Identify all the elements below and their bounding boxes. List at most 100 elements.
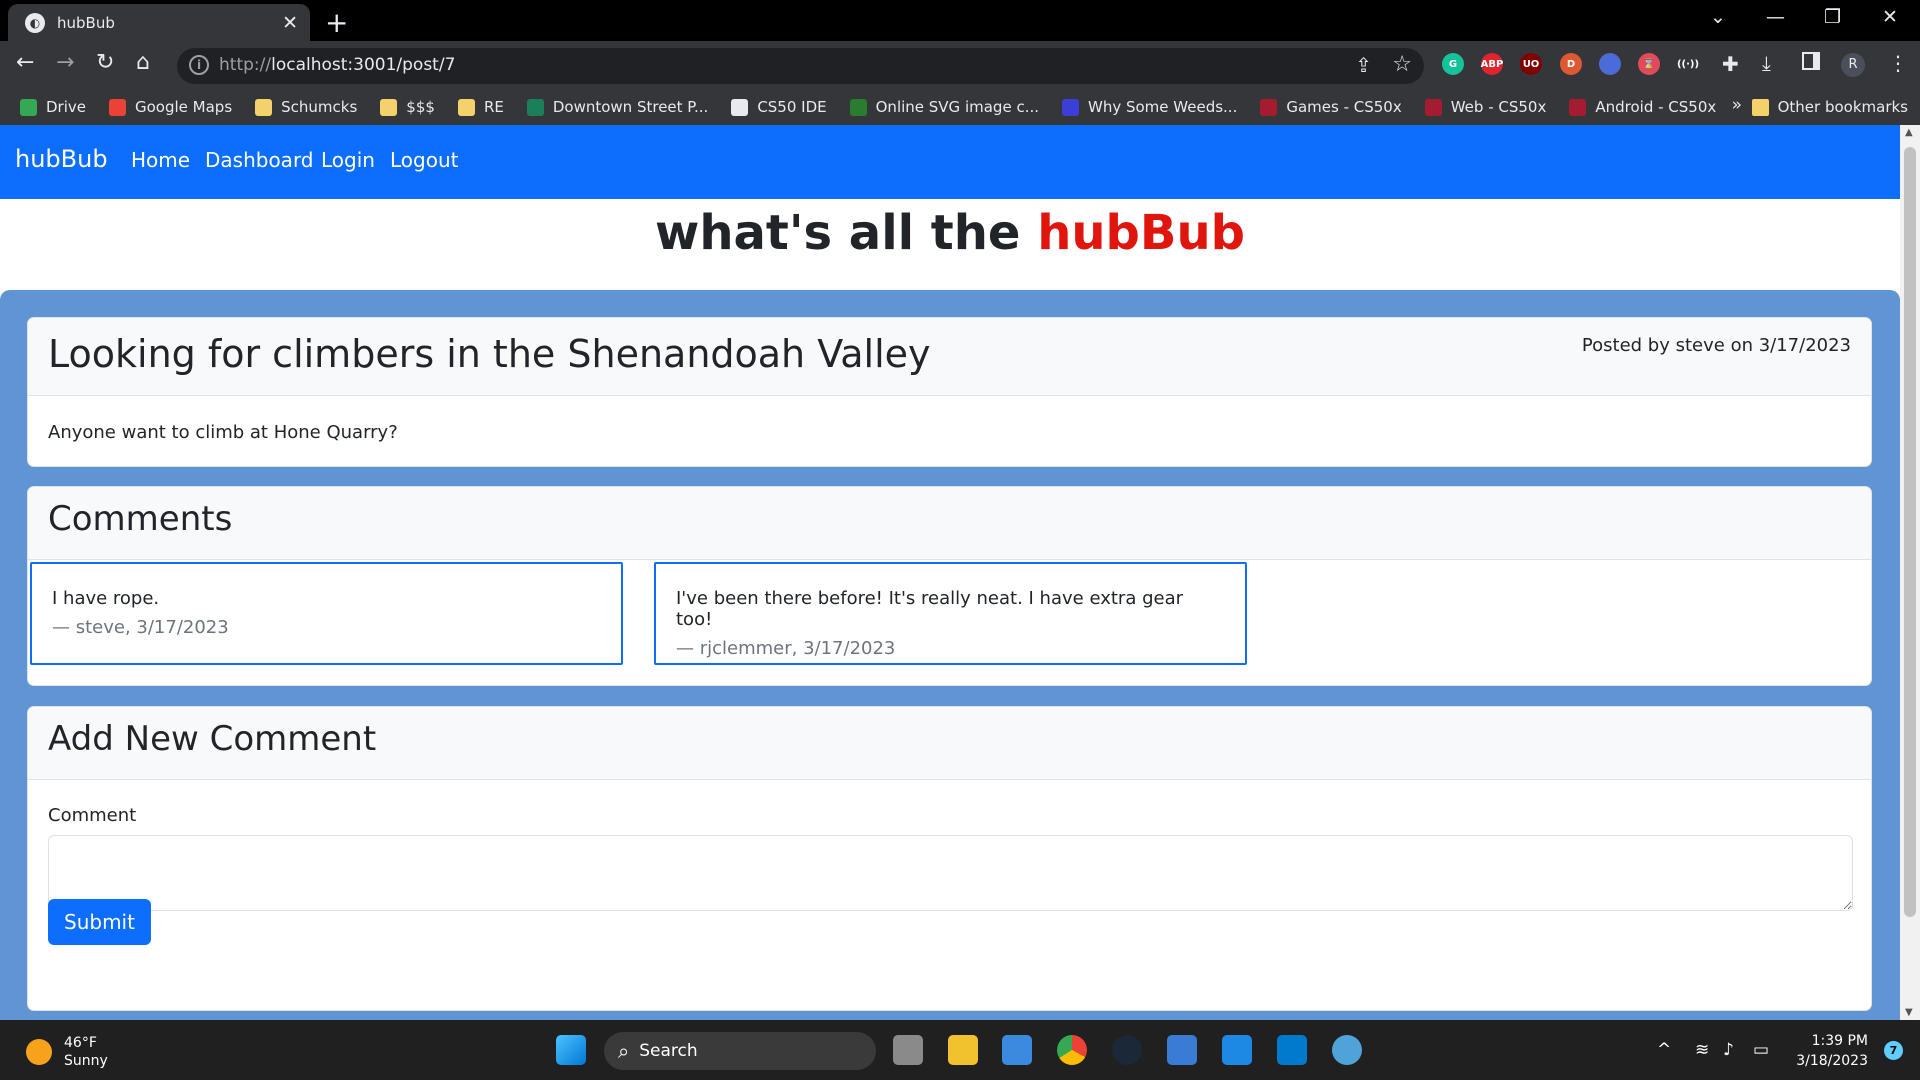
browser-menu-icon[interactable]: ⋮ [1888, 51, 1908, 75]
bookmark-item[interactable]: Games - CS50x [1260, 98, 1402, 116]
nav-dashboard[interactable]: Dashboard [205, 148, 314, 172]
weather-condition: Sunny [64, 1053, 108, 1069]
download-icon[interactable]: ⤓ [1762, 51, 1771, 75]
forward-button[interactable]: → [56, 50, 74, 75]
back-button[interactable]: ← [16, 50, 34, 75]
page-scrollbar[interactable]: ▲ ▼ [1900, 125, 1920, 1020]
folder-icon [380, 98, 398, 116]
browser-toolbar: ← → ↻ ⌂ i http://localhost:3001/post/7 ⇪… [0, 41, 1920, 89]
comment-text: I have rope. [52, 588, 160, 609]
bookmark-item[interactable]: RE [457, 98, 504, 116]
dropper-icon[interactable] [1599, 53, 1621, 75]
taskbar-search[interactable]: ⌕ Search [604, 1032, 876, 1070]
post-body: Anyone want to climb at Hone Quarry? [48, 422, 398, 443]
paint-icon[interactable] [1332, 1035, 1362, 1065]
scrollbar-thumb[interactable] [1904, 147, 1916, 917]
radio-icon[interactable]: ((·)) [1677, 53, 1699, 75]
windows-start-icon[interactable] [556, 1035, 586, 1065]
bookmark-item[interactable]: Google Maps [109, 98, 232, 116]
volume-icon[interactable]: ♪ [1723, 1040, 1734, 1060]
restore-button[interactable]: ❐ [1824, 6, 1841, 28]
share-icon[interactable]: ⇪ [1355, 53, 1372, 77]
timer-icon[interactable]: ⌛ [1638, 53, 1660, 75]
wifi-icon[interactable]: ≋ [1695, 1040, 1709, 1060]
add-comment-header: Add New Comment [28, 707, 1871, 780]
grammarly-icon[interactable]: G [1442, 53, 1464, 75]
nav-logout[interactable]: Logout [390, 148, 458, 172]
windows-taskbar: 46°F Sunny ⌕ Search ^ ≋ ♪ ▭ 1:39 PM 3/18… [0, 1020, 1920, 1080]
system-clock[interactable]: 1:39 PM 3/18/2023 [1796, 1031, 1868, 1071]
file-explorer-icon[interactable] [948, 1035, 978, 1065]
comment-textarea[interactable] [48, 835, 1853, 911]
bookmark-item[interactable]: $$$ [380, 98, 435, 116]
scroll-down-icon[interactable]: ▼ [1905, 1007, 1913, 1018]
scroll-up-icon[interactable]: ▲ [1905, 127, 1913, 138]
bookmark-item[interactable]: Schumcks [255, 98, 357, 116]
more-bookmarks-icon[interactable]: » [1732, 95, 1742, 115]
extensions-puzzle-icon[interactable]: ✚ [1722, 52, 1739, 76]
home-button[interactable]: ⌂ [136, 50, 150, 75]
comment-label: Comment [48, 805, 137, 826]
minimize-button[interactable]: — [1766, 6, 1785, 28]
bookmark-item[interactable]: Web - CS50x [1424, 98, 1546, 116]
bookmarks-bar: Drive Google Maps Schumcks $$$ RE Downtown St… [0, 89, 1920, 125]
bookmark-item[interactable]: Android - CS50x [1569, 98, 1716, 116]
comment-author: — rjclemmer, 3/17/2023 [676, 638, 896, 659]
bookmark-item[interactable]: Why Some Weeds... [1062, 98, 1237, 116]
bookmark-item[interactable]: CS50 IDE [731, 98, 827, 116]
nav-home[interactable]: Home [131, 148, 190, 172]
reload-button[interactable]: ↻ [96, 50, 114, 75]
hero-accent: hubBub [1037, 205, 1246, 261]
harvard-icon [1569, 98, 1587, 116]
comment-author: — steve, 3/17/2023 [52, 617, 229, 638]
weather-temp: 46°F [64, 1035, 97, 1051]
bookmark-item[interactable]: Online SVG image c... [849, 98, 1039, 116]
bookmark-item[interactable]: Downtown Street P... [526, 98, 708, 116]
post-title: Looking for climbers in the Shenandoah V… [48, 332, 931, 376]
search-icon: ⌕ [618, 1039, 630, 1063]
profile-avatar[interactable]: R [1841, 53, 1865, 77]
tab-search-chevron-icon[interactable]: ⌄ [1710, 6, 1726, 28]
github-desktop-icon[interactable] [1167, 1035, 1197, 1065]
new-tab-button[interactable]: + [325, 6, 348, 39]
app-c-icon[interactable] [1222, 1035, 1252, 1065]
vscode-icon[interactable] [1277, 1035, 1307, 1065]
comments-card: Comments I have rope. — steve, 3/17/2023… [27, 486, 1872, 686]
address-bar[interactable]: i http://localhost:3001/post/7 ⇪ ☆ [177, 48, 1424, 84]
notification-badge[interactable]: 7 [1884, 1041, 1903, 1060]
window-close-button[interactable]: ✕ [1882, 6, 1898, 28]
chrome-icon[interactable] [1057, 1035, 1087, 1065]
comment-item: I have rope. — steve, 3/17/2023 [30, 562, 623, 665]
comment-item: I've been there before! It's really neat… [654, 562, 1247, 665]
tab-title: hubBub [57, 13, 115, 32]
bookmark-item[interactable]: Drive [20, 98, 86, 116]
bookmark-star-icon[interactable]: ☆ [1392, 52, 1412, 77]
steam-icon[interactable] [1112, 1035, 1142, 1065]
submit-button[interactable]: Submit [48, 899, 151, 945]
adblock-icon[interactable]: ABP [1481, 53, 1503, 75]
other-bookmarks-folder[interactable]: Other bookmarks [1751, 98, 1908, 116]
nav-login[interactable]: Login [321, 148, 375, 172]
tray-chevron-icon[interactable]: ^ [1657, 1040, 1671, 1060]
duckduckgo-icon[interactable]: D [1560, 53, 1582, 75]
battery-icon[interactable]: ▭ [1753, 1040, 1769, 1060]
url-text[interactable]: http://localhost:3001/post/7 [219, 55, 455, 75]
folder-icon [255, 98, 273, 116]
tab-close-icon[interactable]: ✕ [282, 12, 298, 34]
site-info-icon[interactable]: i [189, 55, 209, 75]
microsoft-store-icon[interactable] [1002, 1035, 1032, 1065]
site-icon [849, 98, 867, 116]
comments-heading: Comments [48, 499, 233, 539]
task-view-icon[interactable] [893, 1035, 923, 1065]
weather-widget[interactable]: 46°F Sunny [26, 1034, 108, 1070]
site-favicon-icon: ◐ [25, 12, 45, 33]
drive-icon [20, 98, 37, 116]
site-icon [731, 98, 749, 116]
page-viewport: hubBub Home Dashboard Login Logout what'… [0, 125, 1900, 1020]
harvard-icon [1260, 98, 1278, 116]
comment-text: I've been there before! It's really neat… [676, 588, 1183, 630]
side-panel-icon[interactable] [1802, 52, 1820, 70]
ublock-icon[interactable]: UO [1520, 53, 1542, 75]
browser-tab[interactable]: ◐ hubBub ✕ [8, 4, 310, 41]
site-brand[interactable]: hubBub [15, 145, 108, 173]
